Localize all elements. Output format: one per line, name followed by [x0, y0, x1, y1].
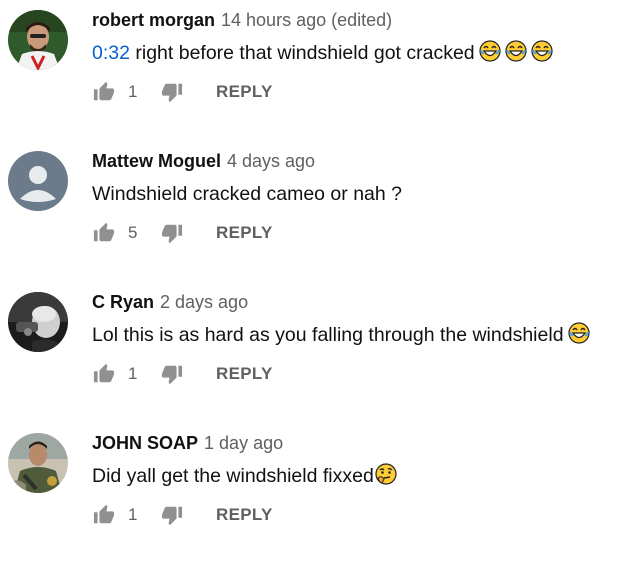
thumbs-up-icon[interactable] — [92, 80, 116, 104]
like-count: 1 — [128, 505, 138, 524]
author-name[interactable]: JOHN SOAP — [92, 433, 198, 453]
reply-button[interactable]: REPLY — [216, 82, 273, 102]
comment-text: Did yall get the windshield fixxed — [92, 462, 397, 490]
comment-body: Lol this is as hard as you falling throu… — [92, 324, 564, 346]
comment-text: Windshield cracked cameo or nah ? — [92, 180, 402, 208]
timestamp-link[interactable]: 0:32 — [92, 42, 130, 64]
author-name[interactable]: C Ryan — [92, 292, 154, 312]
comment-actions: 1 REPLY — [92, 80, 273, 104]
comment-text: 0:32 right before that windshield got cr… — [92, 39, 553, 67]
avatar[interactable] — [8, 433, 68, 493]
thumbs-up-icon[interactable] — [92, 503, 116, 527]
thinking-emoji — [375, 463, 397, 485]
reply-button[interactable]: REPLY — [216, 364, 273, 384]
comment-body: Did yall get the windshield fixxed — [92, 465, 374, 487]
thumbs-down-icon[interactable] — [160, 80, 184, 104]
comment-actions: 1 REPLY — [92, 362, 273, 386]
thumbs-down-icon[interactable] — [160, 362, 184, 386]
reply-button[interactable]: REPLY — [216, 223, 273, 243]
thumbs-up-icon[interactable] — [92, 221, 116, 245]
comment: robert morgan 14 hours ago (edited) 0:32 … — [0, 0, 637, 141]
laughing-emoji — [567, 322, 590, 344]
like-count: 1 — [128, 82, 138, 101]
comment-meta[interactable]: 2 days ago — [160, 292, 248, 312]
comment: Mattew Moguel 4 days ago Windshield crack… — [0, 141, 637, 282]
author-name[interactable]: Mattew Moguel — [92, 151, 221, 171]
like-count: 1 — [128, 364, 138, 383]
thumbs-down-icon[interactable] — [160, 221, 184, 245]
comment-meta[interactable]: 4 days ago — [227, 151, 315, 171]
avatar[interactable] — [8, 292, 68, 352]
comment-actions: 5 REPLY — [92, 221, 273, 245]
comment-text: Lol this is as hard as you falling throu… — [92, 321, 590, 349]
comment-meta[interactable]: 1 day ago — [204, 433, 283, 453]
avatar[interactable] — [8, 151, 68, 211]
avatar[interactable] — [8, 10, 68, 70]
like-count: 5 — [128, 223, 138, 242]
thumbs-up-icon[interactable] — [92, 362, 116, 386]
laughing-emoji — [531, 40, 553, 62]
comment-actions: 1 REPLY — [92, 503, 273, 527]
reply-button[interactable]: REPLY — [216, 505, 273, 525]
laughing-emoji — [505, 40, 527, 62]
comment: C Ryan 2 days ago Lol this is as hard as … — [0, 282, 637, 423]
comment-body: right before that windshield got cracked — [129, 42, 475, 64]
thumbs-down-icon[interactable] — [160, 503, 184, 527]
comment-meta[interactable]: 14 hours ago (edited) — [221, 10, 392, 30]
laughing-emoji — [479, 40, 501, 62]
author-name[interactable]: robert morgan — [92, 10, 215, 30]
comment-body: Windshield cracked cameo or nah ? — [92, 183, 402, 205]
